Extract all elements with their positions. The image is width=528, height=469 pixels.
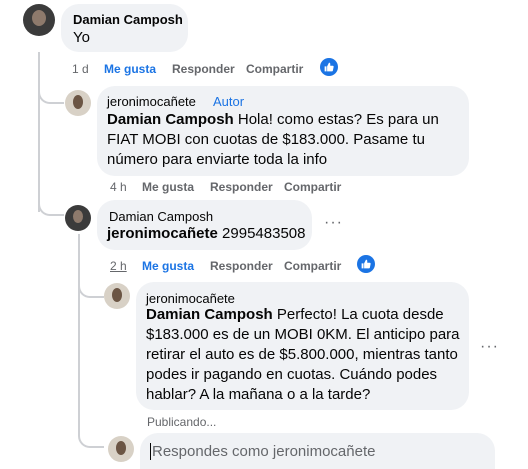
avatar-face <box>116 441 126 455</box>
posting-status: Publicando... <box>147 415 217 429</box>
like-button[interactable]: Me gusta <box>142 180 194 194</box>
like-reaction-icon[interactable] <box>357 255 375 273</box>
comment-text: jeronimocañete 2995483508 <box>107 224 305 244</box>
reply-button[interactable]: Responder <box>210 180 273 194</box>
more-options-icon[interactable]: ··· <box>480 338 499 356</box>
avatar[interactable] <box>104 283 130 309</box>
avatar[interactable] <box>23 4 55 36</box>
comment-text-body: 2995483508 <box>217 225 306 242</box>
comment-author[interactable]: Damian Camposh <box>73 12 183 27</box>
thread-connector-composer <box>78 420 104 448</box>
mention-link[interactable]: Damian Camposh <box>146 306 273 323</box>
comment-author[interactable]: jeronimocañete <box>146 291 235 306</box>
comment-actions: 2 h Me gusta Responder Compartir <box>110 259 370 273</box>
avatar[interactable] <box>65 205 91 231</box>
comment-text: Damian Camposh Perfecto! La cuota desde … <box>146 305 464 405</box>
comment-author[interactable]: jeronimocañete <box>107 94 196 109</box>
thread-line-root <box>38 52 40 212</box>
avatar[interactable] <box>65 90 91 116</box>
comment-actions: 4 h Me gusta Responder Compartir <box>110 180 370 194</box>
avatar <box>108 436 134 462</box>
thread-connector-reply-3 <box>78 276 104 298</box>
comment-text: Yo <box>73 29 90 46</box>
comment-time[interactable]: 1 d <box>72 62 89 76</box>
comment-bubble: Damian Camposh jeronimocañete 2995483508 <box>97 200 312 250</box>
comment-bubble: jeronimocañete Damian Camposh Perfecto! … <box>136 282 469 410</box>
comment-text: Damian Camposh Hola! como estas? Es para… <box>107 110 457 170</box>
comment-bubble: Damian Camposh Yo <box>61 4 188 52</box>
share-button[interactable]: Compartir <box>284 259 341 273</box>
comment-time[interactable]: 4 h <box>110 180 127 194</box>
mention-link[interactable]: Damian Camposh <box>107 111 234 128</box>
share-button[interactable]: Compartir <box>246 62 303 76</box>
comment-author[interactable]: Damian Camposh <box>109 209 213 224</box>
like-button[interactable]: Me gusta <box>104 62 156 76</box>
mention-link[interactable]: jeronimocañete <box>107 225 218 242</box>
avatar-face <box>32 10 46 26</box>
share-button[interactable]: Compartir <box>284 180 341 194</box>
like-reaction-icon[interactable] <box>320 58 338 76</box>
avatar-face <box>112 288 122 302</box>
like-button[interactable]: Me gusta <box>142 259 194 273</box>
avatar-face <box>73 210 83 223</box>
thread-line-nested <box>78 234 80 432</box>
reply-input-placeholder[interactable]: Respondes como jeronimocañete <box>152 443 375 460</box>
text-cursor <box>150 443 151 460</box>
more-options-icon[interactable]: ··· <box>324 214 343 232</box>
reply-button[interactable]: Responder <box>210 259 273 273</box>
avatar-face <box>73 95 83 109</box>
comment-actions: 1 d Me gusta Responder Compartir <box>72 62 332 76</box>
reply-composer[interactable]: Respondes como jeronimocañete <box>140 433 495 469</box>
thread-connector-reply-1 <box>38 82 64 104</box>
comment-time[interactable]: 2 h <box>110 259 127 273</box>
thread-connector-reply-2 <box>38 200 64 216</box>
reply-button[interactable]: Responder <box>172 62 235 76</box>
author-badge: Autor <box>213 94 245 109</box>
comment-bubble: jeronimocañete Autor Damian Camposh Hola… <box>97 86 469 176</box>
